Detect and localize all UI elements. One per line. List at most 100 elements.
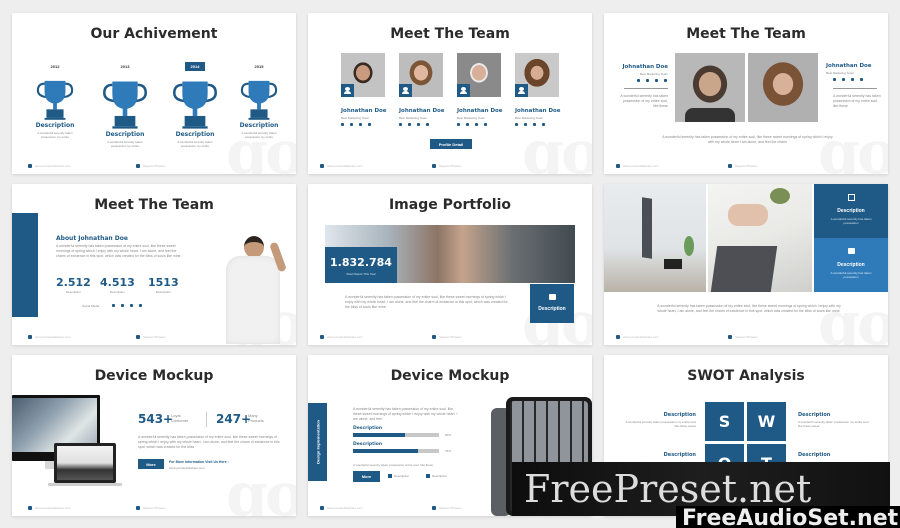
link-1[interactable]: Description [388, 474, 409, 478]
slide-title: Device Mockup [94, 368, 214, 384]
divider [624, 88, 668, 89]
more-button[interactable]: More [353, 471, 380, 482]
slide-team-four[interactable]: go Meet The Team Johnathan Doe Best Marke… [308, 13, 592, 174]
member-role: Best Marketing Team [341, 116, 370, 120]
watermark-go: go [818, 118, 888, 174]
watermark-go: go [818, 289, 888, 345]
link-2[interactable]: Description [426, 474, 447, 478]
slide-title: Image Portfolio [388, 197, 512, 213]
social-icon[interactable] [646, 79, 649, 82]
progress-track [353, 433, 439, 437]
footer-support: Support Phrases [728, 163, 757, 168]
social-icon[interactable] [655, 79, 658, 82]
social-icon[interactable] [860, 78, 863, 81]
social-icon[interactable] [341, 123, 344, 126]
social-icon[interactable] [533, 123, 536, 126]
swot-item: Description A wonderful serenity taken po… [798, 412, 870, 428]
slide-achievement[interactable]: go Our Achivement 2012 Description A wonde… [12, 13, 296, 174]
social-icon[interactable] [408, 123, 411, 126]
member-role: Best Marketing Team [399, 116, 428, 120]
social-icon[interactable] [484, 123, 487, 126]
note-text: A wonderful serenity taken possession en… [353, 463, 434, 467]
social-icon[interactable] [524, 123, 527, 126]
social-icon[interactable] [121, 304, 124, 307]
stat-label: Total Clients This Year [346, 272, 376, 276]
slide-team-single[interactable]: go Meet The Team About Johnathan Doe A w… [12, 184, 296, 345]
description-card-1[interactable]: Description A wonderful serenity has tak… [814, 184, 888, 238]
social-icon[interactable] [457, 123, 460, 126]
body-text: A wonderful serenity has taken possessio… [138, 435, 280, 449]
divider [833, 88, 877, 89]
social-icon[interactable] [368, 123, 371, 126]
phone-icon [320, 505, 324, 510]
footer-support: Support Phrases [136, 505, 165, 510]
about-heading: About Johnathan Doe [56, 235, 128, 242]
social-icon[interactable] [399, 123, 402, 126]
social-icon[interactable] [417, 123, 420, 126]
description-card-2[interactable]: Description A wonderful serenity has tak… [814, 238, 888, 292]
slide-device-mockup-1[interactable]: go Device Mockup 543+ Loyal Customer 247… [12, 355, 296, 516]
card-text: A wonderful serenity has taken possessio… [830, 217, 872, 225]
social-icon[interactable] [851, 78, 854, 81]
slide-photo-descriptions[interactable]: go Description A wonderful serenity has … [604, 184, 888, 345]
phone-icon [616, 163, 620, 168]
footer-website: www.yourwebsitehere.com [616, 163, 659, 168]
card-text: A wonderful serenity has taken possessio… [830, 271, 872, 279]
social-icons [399, 123, 429, 126]
footer-website: www.yourwebsitehere.com [28, 334, 71, 339]
social-icon[interactable] [359, 123, 362, 126]
desk-photo [604, 184, 706, 292]
social-icon[interactable] [475, 123, 478, 126]
achievement-text: A wonderful serenity taken possession my… [241, 130, 277, 139]
social-icon[interactable] [515, 123, 518, 126]
laptop-mockup [54, 443, 116, 483]
social-icon[interactable] [542, 123, 545, 126]
member-text: A wonderful serenity has taken possessio… [833, 94, 881, 108]
phone-icon [616, 334, 620, 339]
laptop-base [48, 483, 122, 486]
description-card[interactable]: Description [530, 284, 574, 323]
stack-icon [549, 294, 556, 300]
bar-label: Description [353, 442, 383, 447]
watermark-go: go [522, 118, 592, 174]
slide-image-portfolio[interactable]: go Image Portfolio 1.832.784 Total Clien… [308, 184, 592, 345]
divider [206, 412, 207, 427]
trophy-icon [36, 80, 74, 120]
slide-title: Device Mockup [390, 368, 510, 384]
social-icon[interactable] [842, 78, 845, 81]
slide-team-two[interactable]: go Meet The Team Johnathan Doe Best Mark… [604, 13, 888, 174]
social-icon[interactable] [112, 304, 115, 307]
swot-tile[interactable]: S [705, 402, 744, 441]
stat-value: 4.513 [100, 276, 135, 289]
member-text: A wonderful serenity has taken possessio… [620, 94, 668, 108]
info-url[interactable]: www.yourwebsitehere.com [169, 466, 205, 470]
social-icon[interactable] [130, 304, 133, 307]
footer-support: Support Phrases [432, 334, 461, 339]
member-photo-man [675, 53, 745, 122]
social-icon[interactable] [664, 79, 667, 82]
portfolio-text: A wonderful serenity has taken possessio… [345, 295, 508, 309]
social-icon[interactable] [833, 78, 836, 81]
social-icon[interactable] [350, 123, 353, 126]
social-icon[interactable] [637, 79, 640, 82]
social-icon[interactable] [139, 304, 142, 307]
more-button[interactable]: More [138, 459, 164, 469]
social-icon[interactable] [426, 123, 429, 126]
member-role: Best Marketing Team [457, 116, 486, 120]
swot-item: Description [624, 452, 696, 460]
card-label: Description [837, 208, 865, 214]
accent-bar [12, 213, 38, 317]
social-icon[interactable] [466, 123, 469, 126]
swot-item: Description [798, 452, 870, 460]
member-left: Johnathan Doe Best Marketing Team [612, 64, 668, 76]
slide-title: Meet The Team [94, 197, 214, 213]
stack-icon [848, 248, 855, 254]
slide-title: Our Achivement [90, 26, 218, 42]
profile-detail-button[interactable]: Profile Detail [430, 139, 472, 149]
social-icons [341, 123, 371, 126]
footer-support: Support Phrases [136, 334, 165, 339]
footer-support: Support Phrases [432, 505, 461, 510]
member-photo [515, 53, 559, 97]
stat-customers-value: 543+ [138, 412, 174, 426]
swot-tile[interactable]: W [747, 402, 786, 441]
